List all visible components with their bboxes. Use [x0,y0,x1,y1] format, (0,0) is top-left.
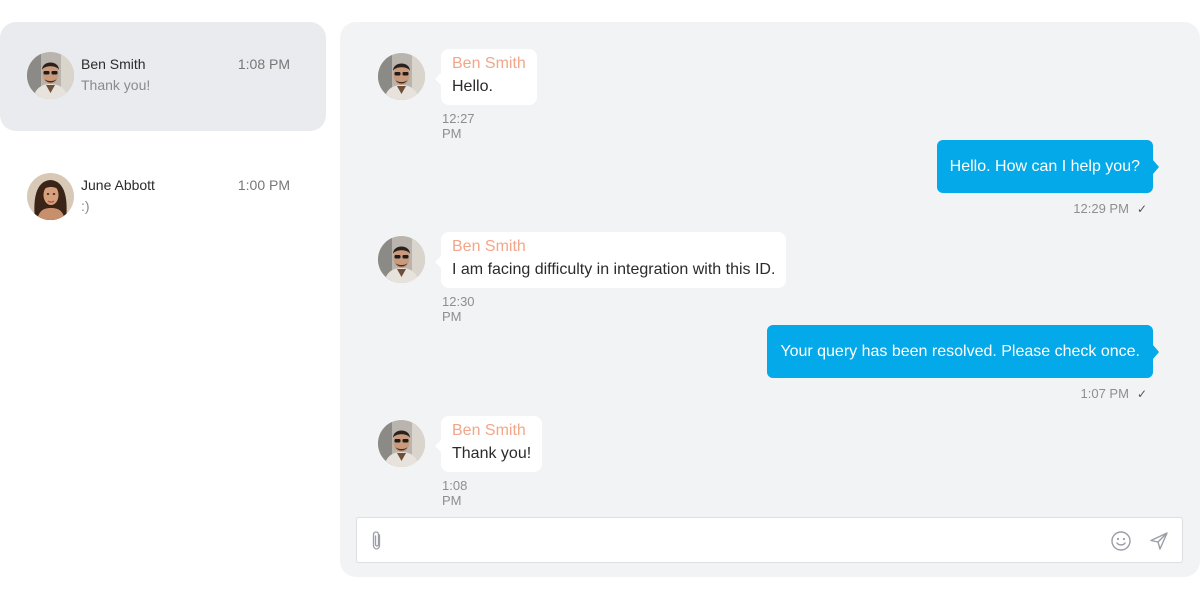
message-bubble: Ben Smith I am facing difficulty in inte… [434,232,787,288]
message-bubble: Ben Smith Thank you! [434,416,543,472]
avatar-ben-smith [27,52,74,99]
message-bubble: Your query has been resolved. Please che… [767,325,1159,378]
conversation-name: June Abbott [81,177,155,193]
sender-name: Ben Smith [452,238,526,255]
conversation-name: Ben Smith [81,56,146,72]
message-text: Thank you! [452,445,532,462]
check-icon: ✓ [1136,202,1147,216]
avatar-ben-smith [378,236,425,283]
message-composer [356,517,1183,563]
smiley-icon[interactable] [1110,530,1132,552]
conversation-preview: Thank you! [81,77,151,93]
message-input[interactable] [397,526,1097,554]
conversation-preview: :) [81,198,90,214]
outgoing-message: Hello. How can I help you? 12:29 PM ✓ [936,140,1160,216]
avatar-ben-smith [378,53,425,100]
avatar-june-abbott [27,173,74,220]
paper-plane-icon[interactable] [1148,530,1170,552]
message-text: Hello. How can I help you? [949,158,1140,175]
message-meta: 12:29 PM ✓ [1073,201,1147,216]
message-bubble: Hello. How can I help you? [936,140,1160,193]
message-text: Hello. [452,78,493,95]
message-time: 1:07 PM [1080,386,1129,401]
conversation-item-ben-smith[interactable]: Ben Smith 1:08 PM Thank you! [0,22,326,131]
message-text: I am facing difficulty in integration wi… [452,261,776,278]
sender-name: Ben Smith [452,55,526,72]
conversation-list: Ben Smith 1:08 PM Thank you! June Abbott… [0,22,326,252]
message-meta: 1:07 PM ✓ [1081,386,1147,401]
paperclip-icon[interactable] [369,530,385,552]
chat-panel: Ben Smith Hello. 12:27 PM Hello. How can… [340,22,1200,577]
conversation-item-june-abbott[interactable]: June Abbott 1:00 PM :) [0,143,326,252]
conversation-time: 1:08 PM [237,56,290,72]
message-time: 12:29 PM [1073,201,1129,216]
message-time: 1:08 PM [442,478,468,508]
conversation-time: 1:00 PM [237,177,290,193]
sender-name: Ben Smith [452,422,526,439]
message-text: Your query has been resolved. Please che… [780,343,1140,360]
message-bubble: Ben Smith Hello. [435,49,537,105]
check-icon: ✓ [1136,387,1147,401]
avatar-ben-smith [378,420,425,467]
message-time: 12:30 PM [442,294,475,324]
chat-app: Ben Smith 1:08 PM Thank you! June Abbott… [0,0,1200,600]
message-time: 12:27 PM [442,111,475,141]
outgoing-message: Your query has been resolved. Please che… [767,325,1159,401]
